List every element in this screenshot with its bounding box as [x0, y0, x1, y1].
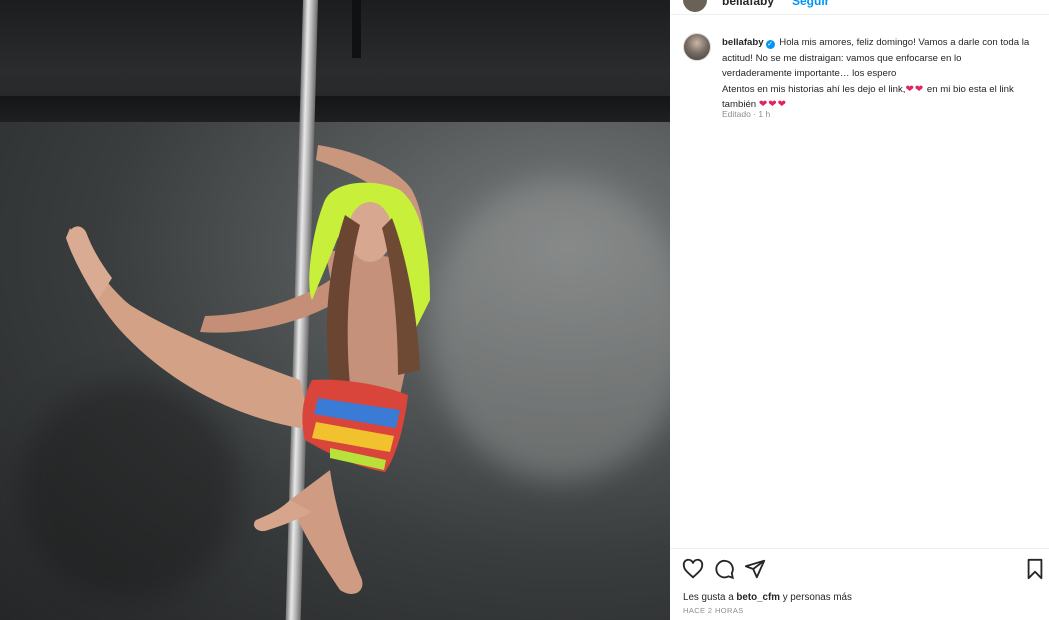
share-icon[interactable] — [744, 558, 766, 580]
post-timestamp: HACE 2 HORAS — [683, 606, 744, 615]
bookmark-icon[interactable] — [1024, 558, 1046, 580]
actions-divider — [670, 548, 1049, 549]
likes-prefix: Les gusta a — [683, 592, 734, 603]
post-header: bellafaby Seguir — [670, 0, 1049, 15]
caption-meta: Editado · 1 h — [722, 109, 771, 119]
photo-dancer-figure — [66, 145, 430, 595]
heart-icon[interactable] — [682, 558, 704, 580]
likes-summary: Les gusta a beto_cfm y personas más — [683, 592, 852, 603]
header-avatar[interactable] — [683, 0, 707, 12]
follow-button[interactable]: Seguir — [792, 0, 829, 8]
verified-badge-icon: ✓ — [765, 40, 775, 49]
post-sidebar: bellafaby Seguir bellafaby ✓ Hola mis amo… — [670, 0, 1049, 620]
likes-user-link[interactable]: beto_cfm — [736, 592, 780, 603]
caption-text-2: Atentos en mis historias ahí les dejo el… — [722, 83, 906, 95]
caption-username[interactable]: bellafaby — [722, 37, 764, 48]
header-username[interactable]: bellafaby — [722, 0, 774, 8]
comment-icon[interactable] — [713, 558, 735, 580]
heart-emoji-icon: ❤❤ — [905, 83, 925, 95]
likes-suffix[interactable]: y personas más — [783, 592, 852, 603]
post-caption: bellafaby ✓ Hola mis amores, feliz doming… — [722, 35, 1032, 113]
caption-avatar[interactable] — [683, 33, 711, 61]
post-photo[interactable] — [0, 0, 670, 620]
